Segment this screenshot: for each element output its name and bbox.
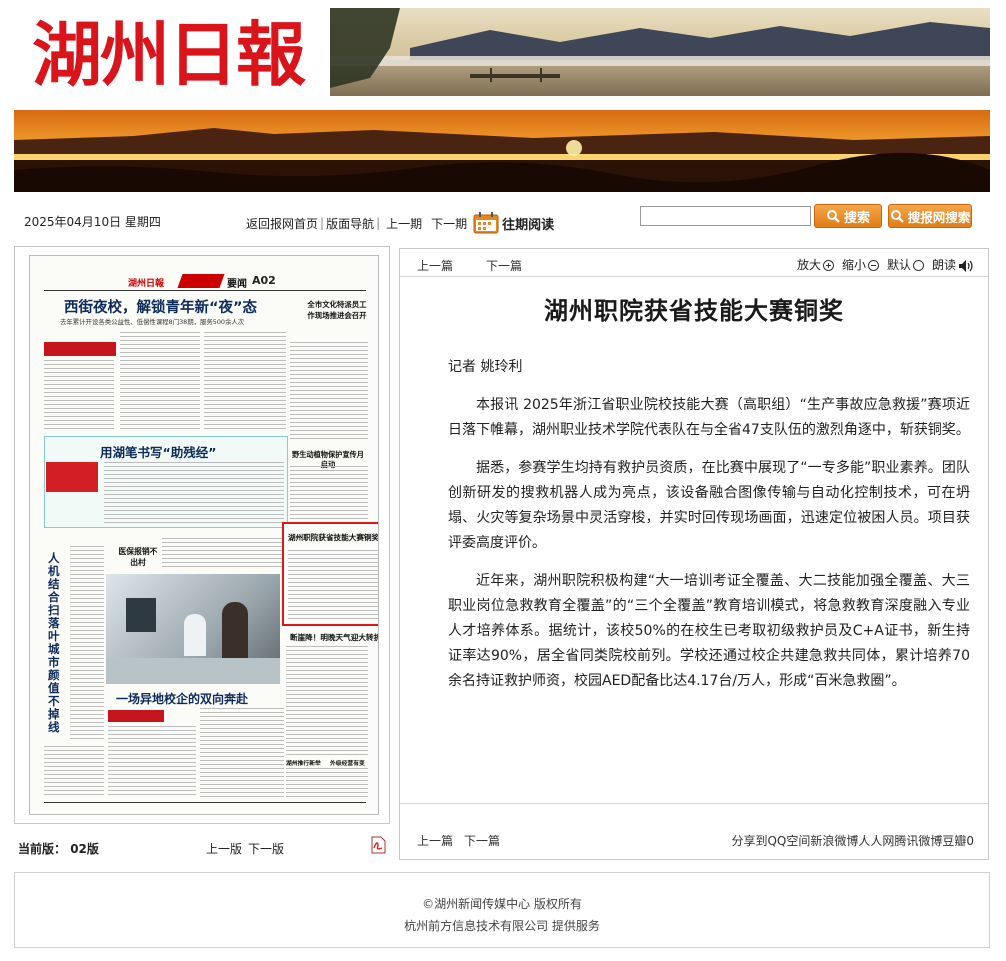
text-block bbox=[162, 538, 282, 568]
paper-weather-headline[interactable]: 断崖降！明晚天气迎大转折 bbox=[290, 632, 378, 643]
newspaper-logo[interactable]: 湖州日報 bbox=[18, 6, 318, 98]
circle-icon bbox=[912, 260, 924, 271]
current-page-label: 当前版： bbox=[18, 842, 67, 856]
read-aloud-label: 朗读 bbox=[931, 258, 956, 272]
text-block bbox=[200, 708, 284, 798]
lake-mountain-banner bbox=[330, 8, 990, 96]
search-icon bbox=[890, 210, 904, 223]
zoom-in-label: 放大 bbox=[796, 258, 821, 272]
article-paragraph-2: 据悉，参赛学生均持有救护员资质，在比赛中展现了“一专多能”职业素养。团队创新研发… bbox=[448, 460, 970, 551]
default-size-button[interactable]: 默认 bbox=[887, 256, 932, 273]
logo-calligraphy: 湖州日報 bbox=[32, 13, 308, 95]
text-block bbox=[286, 646, 368, 756]
text-block bbox=[70, 546, 104, 742]
zoom-out-button[interactable]: 缩小 bbox=[842, 256, 887, 273]
bottom-prev-article-link[interactable]: 上一篇 bbox=[417, 832, 453, 849]
text-block bbox=[120, 332, 200, 432]
article-paragraph-1: 本报讯 2025年浙江省职业院校技能大赛（高职组）“生产事故应急救援”赛项近日落… bbox=[448, 397, 970, 438]
past-reading-link[interactable]: 往期阅读 bbox=[502, 214, 554, 233]
svg-text:湖州日報: 湖州日報 bbox=[32, 13, 306, 95]
issue-date: 2025年04月10日 星期四 bbox=[24, 215, 161, 229]
article-body: 记者 姚玲利 本报讯 2025年浙江省职业院校技能大赛（高职组）“生产事故应急救… bbox=[448, 355, 970, 707]
divider bbox=[44, 290, 366, 291]
speaker-icon bbox=[959, 259, 973, 272]
article-toolbar: 上一篇 下一篇 放大 缩小 默认 朗读 bbox=[400, 249, 988, 277]
paper-bottom-headline[interactable]: 一场异地校企的双向奔赴 bbox=[116, 690, 248, 707]
text-block bbox=[290, 342, 368, 442]
paper-side-headline-1[interactable]: 全市文化特派员工作现场推进会召开 bbox=[306, 299, 368, 321]
search-input[interactable] bbox=[640, 206, 811, 226]
back-home-link[interactable]: 返回报网首页 bbox=[246, 215, 318, 232]
search-button-label: 搜索 bbox=[843, 210, 870, 226]
next-page-link[interactable]: 下一版 bbox=[248, 840, 284, 857]
paper-vertical-headline[interactable]: 人机结合扫落叶 城市颜值不掉线 bbox=[48, 552, 61, 734]
current-page-value: 02版 bbox=[70, 842, 99, 856]
separator: | bbox=[320, 216, 325, 230]
share-links[interactable]: 分享到QQ空间新浪微博人人网腾讯微博豆瓣0 bbox=[731, 832, 974, 849]
text-block bbox=[288, 550, 378, 620]
next-issue-link[interactable]: 下一期 bbox=[431, 215, 467, 232]
toolbar: 2025年04月10日 星期四 返回报网首页 | 版面导航 | 上一期 下一期 … bbox=[14, 202, 990, 238]
pdf-icon[interactable] bbox=[370, 836, 386, 854]
paper-highlighted-headline: 湖州职院获省技能大赛铜奖 bbox=[288, 533, 379, 542]
prev-issue-link[interactable]: 上一期 bbox=[386, 215, 422, 232]
prev-article-link[interactable]: 上一篇 bbox=[417, 257, 453, 274]
read-aloud-button[interactable]: 朗读 bbox=[932, 256, 974, 273]
feature-logo bbox=[46, 462, 98, 492]
layout-nav-link[interactable]: 版面导航 bbox=[326, 215, 374, 232]
article-paragraph-3: 近年来，湖州职院积极构建“大一培训考证全覆盖、大二技能加强全覆盖、大三职业岗位急… bbox=[448, 573, 970, 689]
text-block bbox=[204, 332, 286, 432]
text-block bbox=[286, 768, 368, 798]
search-button[interactable]: 搜索 bbox=[814, 204, 882, 228]
prev-page-link[interactable]: 上一版 bbox=[206, 840, 242, 857]
calendar-icon[interactable] bbox=[473, 212, 499, 234]
default-label: 默认 bbox=[886, 258, 911, 272]
zoom-out-label: 缩小 bbox=[841, 258, 866, 272]
bottom-next-article-link[interactable]: 下一篇 bbox=[464, 832, 500, 849]
article-bottom-bar: 上一篇 下一篇 分享到QQ空间新浪微博人人网腾讯微博豆瓣0 bbox=[400, 803, 988, 848]
column-badge bbox=[44, 342, 116, 356]
news-photo[interactable] bbox=[106, 574, 280, 684]
sunset-banner bbox=[14, 110, 990, 192]
paper-subhead-1: 去年累计开设各类公益性、低偿性课程8门38期，服务500余人次 bbox=[60, 318, 245, 326]
paper-small-headline-a[interactable]: 湖州推行新举 bbox=[286, 758, 321, 767]
reading-tools: 放大 缩小 默认 朗读 bbox=[797, 256, 974, 273]
sogou-button-label: 搜报网搜索 bbox=[907, 209, 971, 225]
article-panel: 上一篇 下一篇 放大 缩小 默认 朗读 湖州职院获省技能大赛铜奖 记者 姚玲利 … bbox=[399, 248, 989, 860]
paper-header-name: 湖州日報 bbox=[128, 279, 165, 289]
divider bbox=[44, 802, 366, 803]
page-navigation: 当前版： 02版 上一版 下一版 bbox=[14, 832, 390, 860]
section-flag bbox=[177, 274, 225, 288]
plus-circle-icon bbox=[822, 260, 834, 271]
newspaper-page-image[interactable]: 湖州日報 要闻 A02 西街夜校，解锁青年新“夜”态 去年累计开设各类公益性、低… bbox=[29, 255, 379, 815]
paper-headline-2[interactable]: 用湖笔书写“助残经” bbox=[100, 442, 216, 461]
search-icon bbox=[826, 210, 840, 223]
text-block bbox=[44, 360, 114, 432]
next-article-link[interactable]: 下一篇 bbox=[486, 257, 522, 274]
paper-medical-headline[interactable]: 医保报销不出村 bbox=[118, 546, 158, 568]
sogou-search-button[interactable]: 搜报网搜索 bbox=[888, 204, 972, 228]
current-page-indicator: 当前版： 02版 bbox=[18, 840, 99, 857]
text-block bbox=[290, 466, 368, 526]
paper-small-headline-b[interactable]: 外级经营有变 bbox=[330, 758, 365, 767]
masthead: 湖州日報 bbox=[14, 6, 990, 100]
minus-circle-icon bbox=[867, 260, 879, 271]
copyright-text: ©湖州新闻传媒中心 版权所有 bbox=[422, 897, 582, 911]
text-block bbox=[44, 746, 104, 798]
paper-page-code: A02 bbox=[252, 274, 276, 287]
page-thumbnail-panel: 湖州日報 要闻 A02 西街夜校，解锁青年新“夜”态 去年累计开设各类公益性、低… bbox=[14, 246, 390, 824]
highlighted-article-frame[interactable]: 湖州职院获省技能大赛铜奖 bbox=[282, 522, 379, 626]
text-block bbox=[108, 726, 196, 798]
separator: | bbox=[376, 216, 381, 230]
service-provider-text: 杭州前方信息技术有限公司 提供服务 bbox=[404, 919, 600, 933]
zoom-in-button[interactable]: 放大 bbox=[797, 256, 842, 273]
site-footer: ©湖州新闻传媒中心 版权所有 杭州前方信息技术有限公司 提供服务 bbox=[14, 872, 990, 948]
paper-headline-1[interactable]: 西街夜校，解锁青年新“夜”态 bbox=[64, 296, 257, 317]
column-badge bbox=[108, 710, 164, 722]
article-title: 湖州职院获省技能大赛铜奖 bbox=[544, 297, 844, 325]
article-byline: 记者 姚玲利 bbox=[448, 359, 523, 375]
paper-section: 要闻 bbox=[227, 279, 247, 290]
nav-links: 返回报网首页 | 版面导航 | 上一期 下一期 往期阅读 bbox=[246, 212, 554, 234]
text-block bbox=[104, 462, 284, 524]
